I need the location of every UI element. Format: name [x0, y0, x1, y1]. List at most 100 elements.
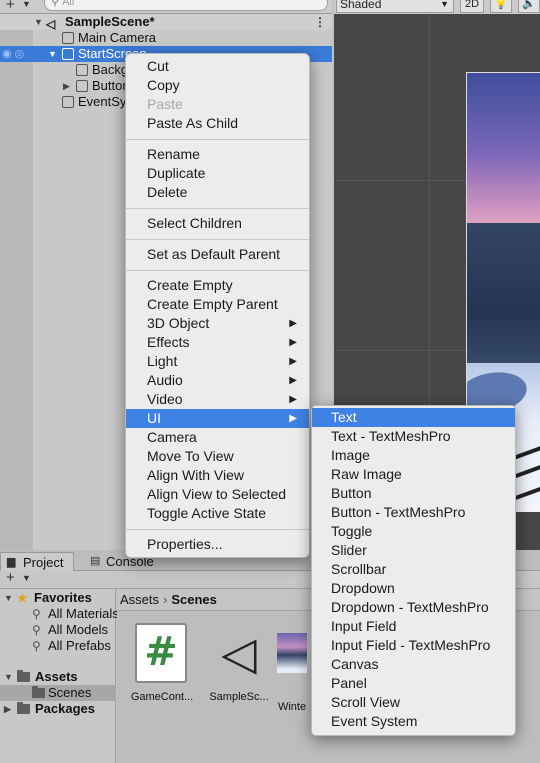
menu-item-select-children[interactable]: Select Children: [126, 214, 309, 233]
menu-item-delete[interactable]: Delete: [126, 183, 309, 202]
menu-item-3d-object[interactable]: 3D Object ▶: [126, 314, 309, 333]
tree-item-scenes[interactable]: Scenes: [0, 685, 116, 701]
expand-arrow-icon[interactable]: ▶: [63, 78, 70, 94]
tree-label: All Materials: [48, 606, 119, 621]
submenu-arrow-icon: ▶: [289, 318, 297, 329]
submenu-item-button-textmeshpro[interactable]: Button - TextMeshPro: [312, 503, 515, 522]
expand-arrow-icon[interactable]: ▶: [4, 701, 11, 717]
search-icon: ⚲: [51, 0, 60, 8]
unity-scene-icon: ◁: [221, 627, 257, 679]
menu-item-video[interactable]: Video ▶: [126, 390, 309, 409]
menu-item-rename[interactable]: Rename: [126, 145, 309, 164]
menu-item-toggle-active-state[interactable]: Toggle Active State: [126, 504, 309, 523]
menu-item-properties[interactable]: Properties...: [126, 535, 309, 554]
submenu-item-toggle[interactable]: Toggle: [312, 522, 515, 541]
menu-item-move-to-view[interactable]: Move To View: [126, 447, 309, 466]
tree-label: Packages: [35, 701, 95, 716]
breadcrumb-item[interactable]: Assets: [120, 592, 159, 607]
hierarchy-toolbar: + ▼ ⚲ All: [0, 0, 332, 14]
chevron-down-icon[interactable]: ▼: [22, 0, 31, 9]
audio-toggle-button[interactable]: 🔈: [518, 0, 540, 13]
gameobject-cube-icon: [62, 32, 74, 44]
2d-toggle-button[interactable]: 2D: [460, 0, 484, 13]
tree-label: All Prefabs: [48, 638, 111, 653]
search-icon: ⚲: [32, 607, 41, 621]
hierarchy-search-input[interactable]: ⚲ All: [44, 0, 328, 11]
submenu-item-canvas[interactable]: Canvas: [312, 655, 515, 674]
expand-arrow-icon[interactable]: ▼: [48, 46, 57, 62]
menu-item-label: 3D Object: [147, 315, 210, 331]
submenu-item-raw-image[interactable]: Raw Image: [312, 465, 515, 484]
submenu-arrow-icon: ▶: [289, 337, 297, 348]
tree-label: All Models: [48, 622, 108, 637]
search-placeholder: All: [62, 0, 75, 8]
menu-separator: [126, 208, 309, 209]
expand-arrow-icon[interactable]: ▼: [34, 14, 43, 30]
menu-item-copy[interactable]: Copy: [126, 76, 309, 95]
asset-name: SampleSc...: [209, 691, 269, 703]
asset-samplescene[interactable]: ◁ SampleSc...: [204, 623, 274, 703]
csharp-script-icon: #: [135, 623, 187, 683]
menu-item-light[interactable]: Light ▶: [126, 352, 309, 371]
more-options-icon[interactable]: ⋮: [314, 14, 326, 30]
menu-item-paste-as-child[interactable]: Paste As Child: [126, 114, 309, 133]
hierarchy-item-main-camera[interactable]: Main Camera: [0, 30, 332, 46]
hierarchy-item-label: Buttor: [92, 78, 127, 93]
tree-favorites[interactable]: ▼ ★ Favorites: [0, 590, 116, 606]
breadcrumb-item[interactable]: Scenes: [171, 592, 217, 607]
add-icon[interactable]: +: [6, 0, 15, 13]
menu-item-cut[interactable]: Cut: [126, 57, 309, 76]
menu-item-camera[interactable]: Camera: [126, 428, 309, 447]
star-icon: ★: [17, 591, 28, 605]
tree-packages[interactable]: ▶ Packages: [0, 701, 116, 717]
gameobject-cube-icon: [62, 96, 74, 108]
menu-item-audio[interactable]: Audio ▶: [126, 371, 309, 390]
chevron-down-icon[interactable]: ▼: [22, 573, 31, 583]
scene-row[interactable]: ▼ ◁ SampleScene* ⋮: [0, 14, 332, 31]
menu-item-effects[interactable]: Effects ▶: [126, 333, 309, 352]
menu-item-duplicate[interactable]: Duplicate: [126, 164, 309, 183]
menu-item-create-empty[interactable]: Create Empty: [126, 276, 309, 295]
submenu-item-input-field[interactable]: Input Field: [312, 617, 515, 636]
search-icon: ⚲: [32, 623, 41, 637]
menu-separator: [126, 139, 309, 140]
shading-mode-dropdown[interactable]: Shaded ▼: [336, 0, 454, 13]
scene-toolbar: Shaded ▼ 2D 💡 🔈: [334, 0, 540, 14]
submenu-item-input-field-textmeshpro[interactable]: Input Field - TextMeshPro: [312, 636, 515, 655]
submenu-item-panel[interactable]: Panel: [312, 674, 515, 693]
asset-winter-texture[interactable]: Winte: [272, 623, 312, 713]
submenu-item-button[interactable]: Button: [312, 484, 515, 503]
menu-item-set-default-parent[interactable]: Set as Default Parent: [126, 245, 309, 264]
tree-label: Favorites: [34, 590, 92, 605]
expand-arrow-icon[interactable]: ▼: [4, 669, 13, 685]
context-menu: Cut Copy Paste Paste As Child Rename Dup…: [125, 53, 310, 558]
menu-item-align-with-view[interactable]: Align With View: [126, 466, 309, 485]
submenu-item-slider[interactable]: Slider: [312, 541, 515, 560]
menu-item-ui[interactable]: UI ▶: [126, 409, 309, 428]
submenu-item-image[interactable]: Image: [312, 446, 515, 465]
expand-arrow-icon[interactable]: ▼: [4, 590, 13, 606]
hierarchy-item-label: Backg: [92, 62, 129, 77]
submenu-item-text-textmeshpro[interactable]: Text - TextMeshPro: [312, 427, 515, 446]
tree-item-all-materials[interactable]: ⚲ All Materials: [0, 606, 119, 622]
asset-gamecontroller-script[interactable]: # GameCont...: [127, 623, 197, 703]
lighting-toggle-button[interactable]: 💡: [490, 0, 512, 13]
submenu-item-scroll-view[interactable]: Scroll View: [312, 693, 515, 712]
submenu-item-text[interactable]: Text: [312, 408, 515, 427]
tree-item-all-prefabs[interactable]: ⚲ All Prefabs: [0, 638, 116, 654]
gameobject-cube-icon: [62, 48, 74, 60]
menu-item-align-view-to-selected[interactable]: Align View to Selected: [126, 485, 309, 504]
tree-assets[interactable]: ▼ Assets: [0, 669, 116, 685]
menu-item-label: Light: [147, 353, 178, 369]
tree-item-all-models[interactable]: ⚲ All Models: [0, 622, 116, 638]
add-icon[interactable]: +: [6, 569, 15, 586]
submenu-item-dropdown[interactable]: Dropdown: [312, 579, 515, 598]
submenu-arrow-icon: ▶: [289, 356, 297, 367]
submenu-item-event-system[interactable]: Event System: [312, 712, 515, 731]
visibility-icon[interactable]: ◉ ◎: [2, 46, 24, 62]
menu-item-label: Audio: [147, 372, 183, 388]
project-tree: ▼ ★ Favorites ⚲ All Materials ⚲ All Mode…: [0, 589, 119, 763]
submenu-item-scrollbar[interactable]: Scrollbar: [312, 560, 515, 579]
submenu-item-dropdown-textmeshpro[interactable]: Dropdown - TextMeshPro: [312, 598, 515, 617]
menu-item-create-empty-parent[interactable]: Create Empty Parent: [126, 295, 309, 314]
